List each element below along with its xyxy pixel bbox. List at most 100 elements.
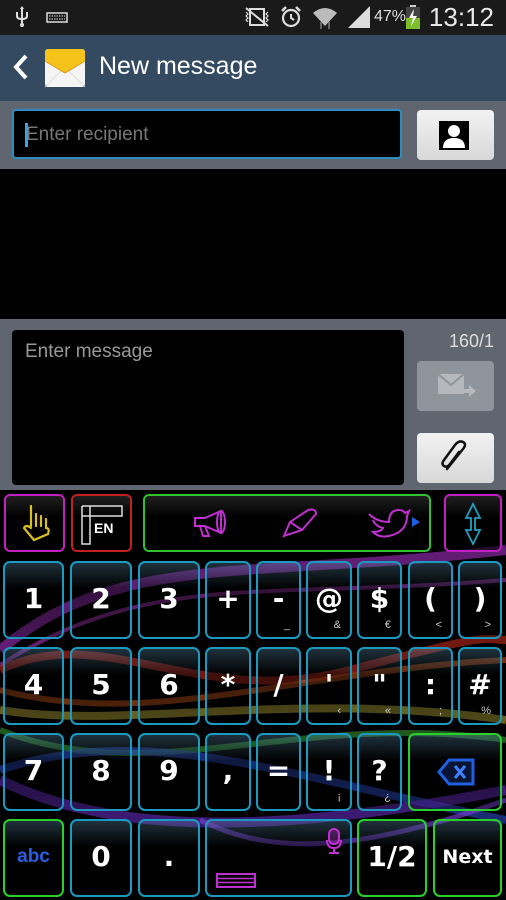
key-label: : [424, 667, 437, 701]
key[interactable]: " « [357, 647, 402, 725]
key[interactable]: + [205, 561, 251, 639]
usb-icon [14, 6, 30, 28]
key[interactable]: - _ [256, 561, 301, 639]
conversation-area [0, 169, 506, 319]
hide-keyboard-button[interactable] [444, 494, 502, 552]
abc-key-label: abc [17, 845, 50, 867]
key-label: 1 [23, 581, 44, 615]
gesture-button[interactable] [4, 494, 65, 552]
action-bar: New message [0, 35, 506, 101]
symbols-page-key[interactable]: 1/2 [357, 819, 427, 897]
key[interactable]: ' ‹ [306, 647, 352, 725]
scroll-right-arrow-icon[interactable] [412, 517, 420, 527]
key[interactable]: 6 [138, 647, 200, 725]
key[interactable]: $ € [357, 561, 402, 639]
key-label: 3 [159, 581, 179, 615]
alarm-icon [279, 6, 303, 28]
key[interactable]: #% [458, 647, 502, 725]
chevron-left-icon [13, 54, 28, 80]
key-label: 8 [91, 753, 111, 787]
messages-app-icon[interactable] [44, 47, 86, 89]
language-label: EN [94, 520, 114, 536]
select-contact-button[interactable] [417, 110, 494, 160]
backspace-key[interactable] [408, 733, 502, 811]
key[interactable]: 1 [3, 561, 64, 639]
microphone-icon [326, 828, 342, 854]
key[interactable]: 2 [70, 561, 132, 639]
twitter-bird-icon[interactable] [367, 506, 411, 540]
battery-percent: 47% [374, 8, 407, 25]
megaphone-icon[interactable] [191, 508, 231, 538]
key-label: 9 [159, 753, 179, 787]
page-title: New message [99, 52, 258, 80]
key[interactable]: = [256, 733, 301, 811]
period-key-label: . [163, 839, 175, 873]
key-label: 5 [91, 667, 111, 701]
key-secondary-label: € [384, 619, 391, 631]
key-label: 6 [159, 667, 179, 701]
up-down-arrow-icon [464, 501, 482, 547]
key-label: + [216, 581, 240, 615]
key-secondary-label: ; [438, 705, 442, 717]
attach-button[interactable] [417, 433, 494, 483]
key[interactable]: ? ¿ [357, 733, 402, 811]
paperclip-icon [441, 440, 467, 471]
key[interactable]: 8 [70, 733, 132, 811]
keyboard-icon [46, 6, 68, 28]
recipient-placeholder: Enter recipient [26, 124, 149, 145]
key[interactable]: , [205, 733, 251, 811]
key-label: 2 [91, 581, 111, 615]
key-label: ' [324, 667, 334, 701]
next-key-label: Next [442, 845, 493, 868]
keyboard: EN 1 2 3 + - _ @ & $ €(<) >4 5 6 * / ' ‹ " «:; #% 7 8 9, =! ¡? ¿ … [0, 490, 506, 900]
key-label: , [222, 753, 234, 787]
key[interactable]: :; [408, 647, 453, 725]
key-0[interactable]: 0 [70, 819, 132, 897]
key[interactable]: (< [408, 561, 453, 639]
key[interactable]: ! ¡ [306, 733, 352, 811]
next-key[interactable]: Next [433, 819, 502, 897]
key-label: ? [371, 753, 388, 787]
signal-icon [346, 6, 372, 28]
key[interactable]: 3 [138, 561, 200, 639]
space-key[interactable] [205, 819, 352, 897]
key-label: $ [369, 581, 390, 615]
abc-key[interactable]: abc [3, 819, 64, 897]
key[interactable]: @ & [306, 561, 352, 639]
key-secondary-label: & [333, 619, 341, 631]
key[interactable]: 7 [3, 733, 64, 811]
pen-icon[interactable] [280, 506, 320, 540]
key[interactable]: 5 [70, 647, 132, 725]
key-label: 7 [23, 753, 44, 787]
status-bar: 47% 13:12 [0, 0, 506, 35]
key-label: # [468, 667, 492, 701]
send-message-icon [437, 373, 476, 397]
language-button[interactable]: EN [71, 494, 132, 552]
key[interactable]: 9 [138, 733, 200, 811]
recipient-input[interactable]: Enter recipient [12, 109, 402, 159]
character-counter: 160/1 [448, 331, 494, 351]
recipient-row: Enter recipient [0, 101, 506, 169]
key-secondary-label: _ [283, 619, 290, 631]
contact-icon [439, 121, 469, 150]
key-secondary-label: « [384, 705, 391, 717]
key-secondary-label: % [481, 705, 491, 717]
period-key[interactable]: . [138, 819, 200, 897]
message-input[interactable]: Enter message [12, 330, 404, 485]
key[interactable]: * [205, 647, 251, 725]
key[interactable]: ) > [458, 561, 502, 639]
key-label: = [266, 753, 291, 787]
back-button[interactable] [10, 51, 32, 83]
key-0-label: 0 [91, 839, 111, 873]
key[interactable]: 4 [3, 647, 64, 725]
key-label: / [273, 667, 284, 701]
key-secondary-label: ‹ [337, 705, 341, 717]
message-placeholder: Enter message [25, 341, 153, 362]
key-label: " [372, 667, 387, 701]
send-button[interactable] [417, 361, 494, 411]
key-label: * [220, 667, 236, 701]
key-secondary-label: < [435, 619, 442, 631]
key-label: 4 [23, 667, 44, 701]
key-label: @ [315, 581, 343, 615]
key[interactable]: / [256, 647, 301, 725]
